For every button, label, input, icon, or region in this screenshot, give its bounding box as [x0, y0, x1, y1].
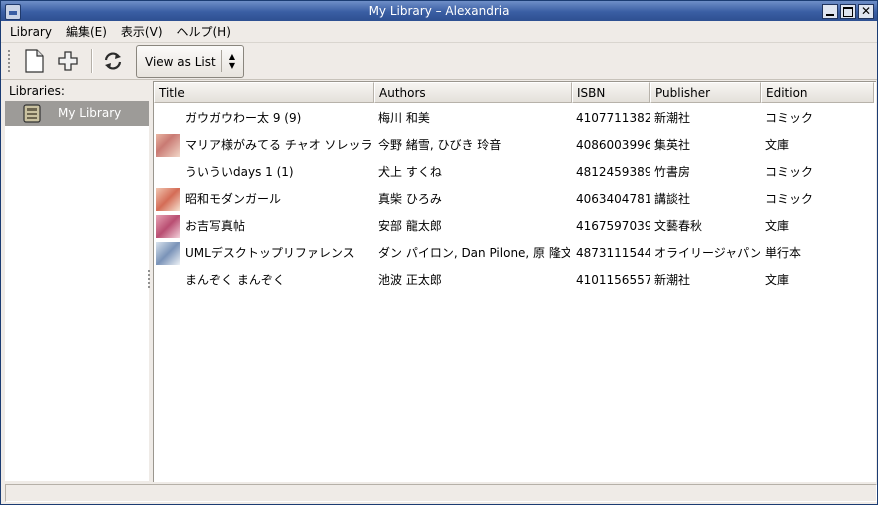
- toolbar-separator: [91, 49, 93, 73]
- add-icon: [58, 51, 78, 71]
- refresh-button[interactable]: [99, 47, 127, 75]
- cell-edition: コミック: [765, 111, 814, 125]
- table-row[interactable]: ういういdays 1 (1) 犬上 すくね 4812459389 竹書房 コミック: [154, 159, 876, 186]
- cell-publisher: 集英社: [654, 138, 691, 152]
- cell-isbn: 4812459389: [576, 165, 650, 179]
- book-cover-image: [156, 215, 180, 238]
- cell-isbn: 4086003996: [576, 138, 650, 152]
- view-mode-select[interactable]: View as List ▲ ▼: [136, 45, 244, 78]
- cell-title: マリア様がみてる チャオ ソレッラ!: [185, 138, 371, 152]
- status-bar: [5, 484, 877, 502]
- table-row[interactable]: ガウガウわー太 9 (9) 梅川 和美 4107711382 新潮社 コミック: [154, 105, 876, 132]
- add-book-button[interactable]: [54, 47, 82, 75]
- cell-title: ガウガウわー太 9 (9): [185, 111, 302, 125]
- cell-edition: 文庫: [765, 138, 790, 152]
- cell-authors: 安部 龍太郎: [378, 219, 442, 233]
- maximize-button[interactable]: [840, 4, 856, 19]
- column-header-isbn[interactable]: ISBN: [572, 82, 650, 103]
- column-header-edition[interactable]: Edition: [761, 82, 874, 103]
- cell-edition: コミック: [765, 165, 814, 179]
- cell-isbn: 4101156557: [576, 273, 650, 287]
- cell-edition: 文庫: [765, 219, 790, 233]
- cell-publisher: 新潮社: [654, 273, 691, 287]
- cell-edition: 文庫: [765, 273, 790, 287]
- refresh-icon: [104, 52, 122, 70]
- libraries-pane: Libraries: My Library: [5, 81, 149, 481]
- table-header: Title Authors ISBN Publisher Edition: [154, 82, 876, 104]
- spin-arrows-icon: ▲ ▼: [228, 52, 236, 70]
- column-header-authors[interactable]: Authors: [374, 82, 572, 103]
- cell-isbn: 4063404781: [576, 192, 650, 206]
- cell-isbn: 4873111544: [576, 246, 650, 260]
- books-table: Title Authors ISBN Publisher Edition ガウガ…: [153, 81, 876, 482]
- cell-publisher: 新潮社: [654, 111, 691, 125]
- toolbar: View as List ▲ ▼: [1, 43, 877, 80]
- cell-publisher: オライリージャパン: [654, 246, 760, 260]
- new-library-button[interactable]: [20, 47, 48, 75]
- book-cover-image: [156, 134, 180, 157]
- toolbar-grip[interactable]: [7, 49, 11, 73]
- library-icon: [23, 104, 41, 126]
- library-item-label: My Library: [58, 106, 122, 120]
- menu-view[interactable]: 表示(V): [114, 23, 170, 40]
- book-cover-image: [156, 188, 180, 211]
- cell-authors: 今野 緒雪, ひびき 玲音: [378, 138, 502, 152]
- library-item-my-library[interactable]: My Library: [5, 101, 149, 126]
- menu-edit[interactable]: 編集(E): [59, 23, 114, 40]
- window-title: My Library – Alexandria: [368, 4, 510, 18]
- close-button[interactable]: ✕: [858, 4, 874, 19]
- table-row[interactable]: まんぞく まんぞく 池波 正太郎 4101156557 新潮社 文庫: [154, 267, 876, 294]
- table-row[interactable]: お吉写真帖 安部 龍太郎 4167597039 文藝春秋 文庫: [154, 213, 876, 240]
- cell-authors: 梅川 和美: [378, 111, 430, 125]
- cell-isbn: 4167597039: [576, 219, 650, 233]
- cell-authors: 犬上 すくね: [378, 165, 442, 179]
- cell-publisher: 竹書房: [654, 165, 691, 179]
- cell-title: 昭和モダンガール: [185, 192, 282, 206]
- table-row[interactable]: 昭和モダンガール 真柴 ひろみ 4063404781 講談社 コミック: [154, 186, 876, 213]
- cell-title: お吉写真帖: [185, 219, 246, 233]
- title-bar[interactable]: My Library – Alexandria ✕: [1, 1, 877, 21]
- libraries-list: My Library: [5, 101, 149, 481]
- cell-isbn: 4107711382: [576, 111, 650, 125]
- table-row[interactable]: UMLデスクトップリファレンス ダン パイロン, Dan Pilone, 原 隆文…: [154, 240, 876, 267]
- cell-edition: コミック: [765, 192, 814, 206]
- main-window: My Library – Alexandria ✕ Library 編集(E) …: [0, 0, 878, 505]
- cell-publisher: 講談社: [654, 192, 691, 206]
- cell-title: UMLデスクトップリファレンス: [185, 246, 355, 260]
- cell-authors: 真柴 ひろみ: [378, 192, 442, 206]
- minimize-button[interactable]: [822, 4, 838, 19]
- cell-authors: 池波 正太郎: [378, 273, 442, 287]
- column-header-publisher[interactable]: Publisher: [650, 82, 761, 103]
- table-row[interactable]: マリア様がみてる チャオ ソレッラ! 今野 緒雪, ひびき 玲音 408600399…: [154, 132, 876, 159]
- cell-authors: ダン パイロン, Dan Pilone, 原 隆文: [378, 246, 570, 260]
- cell-title: まんぞく まんぞく: [185, 273, 285, 287]
- cell-title: ういういdays 1 (1): [185, 165, 294, 179]
- book-cover-image: [156, 242, 180, 265]
- menu-bar: Library 編集(E) 表示(V) ヘルプ(H): [1, 21, 877, 43]
- cell-publisher: 文藝春秋: [654, 219, 703, 233]
- new-document-icon: [25, 49, 44, 73]
- view-mode-value: View as List: [145, 55, 216, 69]
- column-header-title[interactable]: Title: [154, 82, 374, 103]
- cell-edition: 単行本: [765, 246, 802, 260]
- libraries-label: Libraries:: [9, 84, 65, 98]
- pane-resize-handle[interactable]: [147, 269, 151, 289]
- menu-library[interactable]: Library: [3, 25, 59, 39]
- menu-help[interactable]: ヘルプ(H): [170, 23, 238, 40]
